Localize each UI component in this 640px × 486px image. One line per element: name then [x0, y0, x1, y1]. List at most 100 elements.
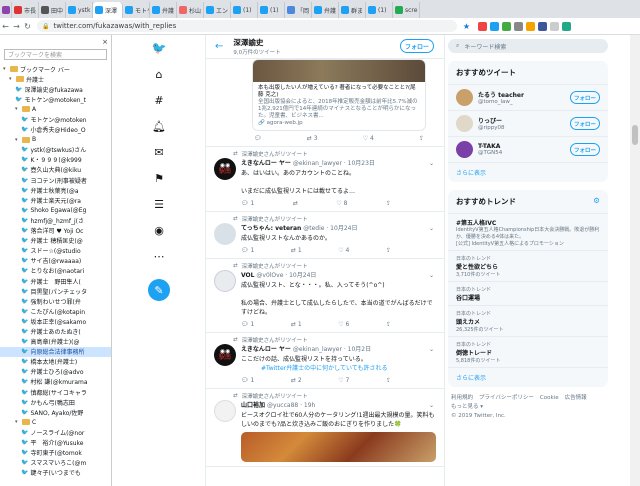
extension-icon[interactable]: [550, 21, 559, 31]
chevron-down-icon[interactable]: ⌄: [429, 160, 434, 167]
bookmark-item[interactable]: 🐦 落合洋司 ♥ Yoji Oc: [0, 226, 111, 236]
trend-item[interactable]: #第五人格IVC IdentityV第五人格Championship日本大会決勝戦…: [448, 214, 608, 251]
share-icon[interactable]: ⇪: [386, 321, 391, 328]
bookmark-item[interactable]: 🐦 ystk(@tswkus)さん: [0, 145, 111, 155]
bookmark-folder[interactable]: ▾ C: [0, 417, 111, 427]
browser-tab[interactable]: モトケ: [123, 2, 150, 18]
share-icon[interactable]: ⇪: [386, 247, 391, 254]
bookmark-folder[interactable]: ▾ B: [0, 135, 111, 145]
bookmark-item[interactable]: 🐦 モトケン@motoken: [0, 114, 111, 124]
star-icon[interactable]: ★: [461, 22, 472, 31]
bookmark-item[interactable]: 🐦 とりなお(@naotari: [0, 266, 111, 276]
extension-icon[interactable]: [478, 21, 487, 31]
scrollbar-thumb[interactable]: [632, 125, 638, 145]
bookmark-folder[interactable]: ▾ ブックマーク バー: [0, 64, 111, 74]
browser-tab[interactable]: (1): [366, 2, 393, 18]
follow-button[interactable]: フォロー: [570, 117, 600, 130]
bookmark-search-input[interactable]: ブックマークを検索: [4, 49, 107, 60]
browser-tab[interactable]: 弁護: [312, 2, 339, 18]
link-card[interactable]: 本も出版したい人が増えている? 著者になって必要なことと?(尾藤 克之) 全国出…: [252, 59, 426, 131]
tweet[interactable]: ⇄ 深澤諭史さんがリツイート 山口裕加 @yucca88 · 19h ビースオクロイ社…: [206, 389, 444, 467]
bookmark-item[interactable]: 🐦 サイ吉(@rwaaaa): [0, 256, 111, 266]
share-icon[interactable]: ⇪: [386, 200, 391, 207]
forward-arrow-icon[interactable]: →: [11, 22, 22, 31]
retweet-button[interactable]: ⇄ 1: [291, 321, 302, 328]
bookmark-item[interactable]: 🐦 寺町東子(@tomok: [0, 448, 111, 458]
page-scrollbar[interactable]: [630, 35, 640, 486]
chevron-down-icon[interactable]: ⌄: [429, 225, 434, 232]
bookmark-item[interactable]: 🐦 スマスマいろこ(@m: [0, 458, 111, 468]
bookmark-folder[interactable]: ▾ 弁護士: [0, 74, 111, 84]
tweet[interactable]: ⇄ 深澤諭史さんがリツイート ◉◉ 駅南 えきなんロー ヤー @ekinan_lawye…: [206, 333, 444, 389]
avatar[interactable]: [214, 270, 236, 292]
show-more-trends-link[interactable]: さらに表示: [448, 368, 608, 387]
profile-icon[interactable]: ◉: [152, 223, 166, 237]
browser-tab[interactable]: 「岡: [285, 2, 312, 18]
bookmark-item[interactable]: 🐦 弁護士 野田隼人(: [0, 276, 111, 286]
trend-item[interactable]: 日本のトレンド 愛と性欲どちら 3,710件のツイート: [448, 251, 608, 282]
bookmark-item[interactable]: 🐦 鍵々子(いつまでも: [0, 468, 111, 478]
explore-hashtag-icon[interactable]: #: [152, 93, 166, 107]
reply-button[interactable]: 💬︎ 1: [241, 377, 254, 384]
browser-tab[interactable]: (1): [258, 2, 285, 18]
tweet[interactable]: ⇄ 深澤諭史さんがリツイート ◉◉ 駅南 えきなんロー ヤー @ekinan_lawye…: [206, 147, 444, 212]
browser-tab[interactable]: エン: [204, 2, 231, 18]
bookmark-item[interactable]: 🐦 深澤諭史@fukazawa: [0, 84, 111, 94]
bookmark-item[interactable]: 🐦 村松 謙(@kmurama: [0, 377, 111, 387]
card-tweet[interactable]: 本も出版したい人が増えている? 著者になって必要なことと?(尾藤 克之) 全国出…: [206, 59, 444, 147]
extension-icon[interactable]: [490, 21, 499, 31]
follow-button[interactable]: フォロー: [570, 91, 600, 104]
avatar[interactable]: [456, 89, 473, 106]
tweet[interactable]: ⇄ 深澤諭史さんがリツイート てっちゃん: veteran @tedie · 10月…: [206, 212, 444, 259]
footer-link[interactable]: Cookie: [540, 395, 559, 401]
footer-link[interactable]: 利用規約: [451, 395, 473, 401]
bookmark-item[interactable]: 🐦 こたぴん(@kotapin: [0, 306, 111, 316]
like-button[interactable]: ♡ 6: [338, 321, 349, 328]
back-arrow-icon[interactable]: ←: [0, 22, 11, 31]
bookmark-item[interactable]: 🐦 弁護士あのたぬき(: [0, 326, 111, 336]
tweet[interactable]: ⇄ 深澤諭史さんがリツイート VOL @v0lOve · 10月24日 成仏監視リスト…: [206, 259, 444, 333]
bookmark-item[interactable]: 🐦 橋本太地(弁護士): [0, 357, 111, 367]
bookmark-item[interactable]: 🐦 SANO, Ayako/佐野: [0, 407, 111, 417]
browser-tab[interactable]: 群ま: [339, 2, 366, 18]
suggested-account[interactable]: T-TAKA @TGN54 フォロー: [448, 137, 608, 163]
avatar[interactable]: [214, 223, 236, 245]
close-icon[interactable]: ×: [102, 38, 108, 46]
extension-icon[interactable]: [502, 21, 511, 31]
compose-tweet-button[interactable]: ✎: [148, 279, 170, 301]
avatar[interactable]: [456, 115, 473, 132]
expand-arrow-icon[interactable]: ▾: [9, 76, 16, 82]
back-arrow-icon[interactable]: ←: [215, 41, 223, 52]
bookmark-item[interactable]: 🐦 坂本正幸(@sakamo: [0, 316, 111, 326]
more-icon[interactable]: ⋯: [152, 249, 166, 263]
reply-button[interactable]: 💬︎ 1: [241, 247, 254, 254]
bookmark-item[interactable]: 🐦 弁護士楽天元(@ra: [0, 195, 111, 205]
retweet-button[interactable]: ⇄: [293, 200, 298, 207]
browser-tab[interactable]: 弁護: [150, 2, 177, 18]
lists-icon[interactable]: ☰: [152, 197, 166, 211]
bookmark-item[interactable]: 🐦 高島章(弁護士)(@: [0, 337, 111, 347]
retweet-button[interactable]: ⇄ 2: [291, 377, 302, 384]
browser-tab[interactable]: 深澤: [93, 2, 123, 18]
share-icon[interactable]: ⇪: [386, 377, 391, 384]
reply-icon[interactable]: 💬︎: [254, 135, 262, 142]
hashtag-link[interactable]: #Twitter弁護士の中に何かしていても許される: [261, 365, 387, 372]
bookmark-item[interactable]: 🐦 hzmfj@_hzmf_j(さ: [0, 215, 111, 225]
bookmark-item[interactable]: 🐦 かもん弓(鴨志田: [0, 397, 111, 407]
follow-button[interactable]: フォロー: [400, 39, 434, 53]
bookmark-item[interactable]: 🐦 壺久山大典(@kiku: [0, 165, 111, 175]
retweet-button[interactable]: ⇄ 3: [307, 135, 318, 142]
like-button[interactable]: ♡ 4: [338, 247, 349, 254]
tweet-author[interactable]: 山口裕加: [241, 402, 265, 409]
bookmark-item[interactable]: 🐦 小倉秀夫@Hideo_O: [0, 125, 111, 135]
chevron-down-icon[interactable]: ⌄: [429, 272, 434, 279]
like-button[interactable]: ♡ 8: [336, 200, 347, 207]
bookmark-item[interactable]: 🐦 目黒聖(パンチェッタ: [0, 286, 111, 296]
suggested-account[interactable]: りっぴー @rippy08 フォロー: [448, 111, 608, 137]
avatar[interactable]: ◉◉ 駅南: [214, 158, 236, 180]
bookmark-item[interactable]: 🐦 弁護士秋葉亮(@a: [0, 185, 111, 195]
url-field[interactable]: 🔒 twitter.com/fukazawas/with_replies: [37, 20, 457, 32]
footer-link[interactable]: プライバシーポリシー: [479, 395, 534, 401]
bookmark-icon[interactable]: ⚑: [152, 171, 166, 185]
bookmark-item[interactable]: 🐦 弁護士 穂積匡史(@: [0, 236, 111, 246]
